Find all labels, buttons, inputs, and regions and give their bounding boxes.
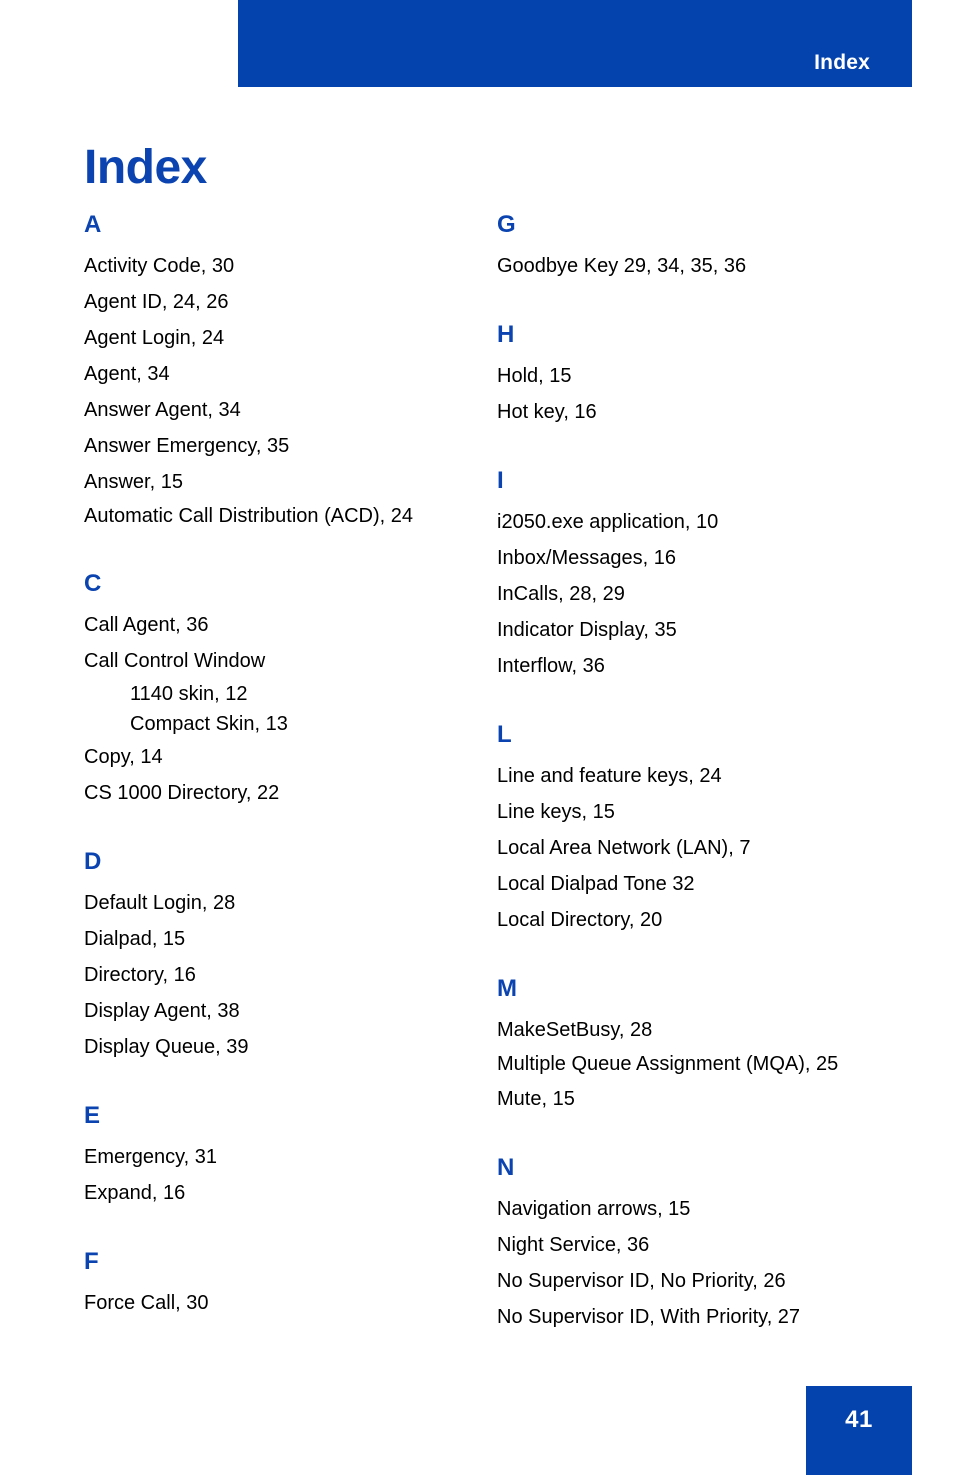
section-letter-f: F bbox=[84, 1248, 99, 1275]
index-entry: Call Agent, 36 bbox=[84, 614, 209, 636]
section-letter-d: D bbox=[84, 848, 102, 875]
index-entry: Dialpad, 15 bbox=[84, 928, 186, 950]
index-entry: Local Area Network (LAN), 7 bbox=[497, 837, 751, 859]
index-section-i: Ii2050.exe application, 10 Inbox/Messages… bbox=[497, 468, 871, 684]
index-entry: CS 1000 Directory, 22 bbox=[84, 782, 280, 804]
page-title: Index bbox=[84, 141, 207, 195]
index-entry: Local Directory, 20 bbox=[497, 909, 663, 931]
index-entry: Display Queue, 39 bbox=[84, 1036, 249, 1058]
index-section-n: N Navigation arrows, 15 Night Service, 36 N… bbox=[497, 1155, 871, 1335]
running-head-index: Index bbox=[814, 51, 870, 74]
index-section-m: M MakeSetBusy, 28 Multiple Queue Assignmen… bbox=[497, 976, 871, 1117]
index-entry: Mute, 15 bbox=[497, 1088, 575, 1110]
index-entry: InCalls, 28, 29 bbox=[497, 583, 625, 605]
index-entry: Interflow, 36 bbox=[497, 655, 605, 677]
index-section-h: H Hold, 15 Hot key, 16 bbox=[497, 322, 871, 430]
section-letter-m: M bbox=[497, 975, 517, 1002]
index-entry: Agent, 34 bbox=[84, 363, 170, 385]
index-subentry: Compact Skin, 13 bbox=[130, 713, 288, 735]
index-entry: i2050.exe application, 10 bbox=[497, 511, 719, 533]
index-entry: Answer Emergency, 35 bbox=[84, 435, 290, 457]
index-entry: Emergency, 31 bbox=[84, 1146, 218, 1168]
section-letter-a: A bbox=[84, 211, 102, 238]
index-entry: No Supervisor ID, With Priority, 27 bbox=[497, 1306, 801, 1328]
index-entry: Call Control Window bbox=[84, 650, 266, 672]
index-section-l: L Line and feature keys, 24 Line keys, 15 L… bbox=[497, 722, 871, 938]
index-entry: Local Dialpad Tone 32 bbox=[497, 873, 695, 895]
page-number-box: 41 bbox=[806, 1386, 912, 1475]
page-number: 41 bbox=[845, 1406, 873, 1433]
index-section-a: A Activity Code, 30 Agent ID, 24, 26 Agent … bbox=[84, 212, 458, 533]
index-column-right: G Goodbye Key 29, 34, 35, 36 H Hold, 15 Hot … bbox=[497, 212, 871, 1335]
index-entry: Line keys, 15 bbox=[497, 801, 615, 823]
index-entry: Answer, 15 bbox=[84, 471, 183, 493]
index-entry: No Supervisor ID, No Priority, 26 bbox=[497, 1270, 786, 1292]
index-entry: Display Agent, 38 bbox=[84, 1000, 240, 1022]
index-entry: Multiple Queue Assignment (MQA), 25 bbox=[497, 1053, 839, 1075]
page-header-bar: Index bbox=[238, 0, 912, 87]
index-section-c: C Call Agent, 36 Call Control Window 1140 s… bbox=[84, 571, 458, 811]
index-entry: Activity Code, 30 bbox=[84, 255, 235, 277]
section-letter-g: G bbox=[497, 211, 516, 238]
index-entry: Line and feature keys, 24 bbox=[497, 765, 722, 787]
section-letter-n: N bbox=[497, 1154, 515, 1181]
index-entry: Night Service, 36 bbox=[497, 1234, 650, 1256]
index-column-left: A Activity Code, 30 Agent ID, 24, 26 Agent … bbox=[84, 212, 458, 1321]
index-entry: Expand, 16 bbox=[84, 1182, 186, 1204]
index-entry: Automatic Call Distribution (ACD), 24 bbox=[84, 505, 413, 527]
index-section-g: G Goodbye Key 29, 34, 35, 36 bbox=[497, 212, 871, 284]
index-entry: Agent Login, 24 bbox=[84, 327, 225, 349]
index-entry: Force Call, 30 bbox=[84, 1292, 209, 1314]
index-entry: Hot key, 16 bbox=[497, 401, 597, 423]
index-section-d: D Default Login, 28 Dialpad, 15 Directory, … bbox=[84, 849, 458, 1065]
section-letter-i: I bbox=[497, 467, 504, 494]
index-entry: Navigation arrows, 15 bbox=[497, 1198, 691, 1220]
section-letter-h: H bbox=[497, 321, 515, 348]
index-entry: Directory, 16 bbox=[84, 964, 196, 986]
index-entry: Inbox/Messages, 16 bbox=[497, 547, 676, 569]
index-subentry: 1140 skin, 12 bbox=[130, 683, 248, 705]
index-section-e: E Emergency, 31 Expand, 16 bbox=[84, 1103, 458, 1211]
index-entry: Answer Agent, 34 bbox=[84, 399, 241, 421]
index-entry: Hold, 15 bbox=[497, 365, 572, 387]
index-entry: Agent ID, 24, 26 bbox=[84, 291, 229, 313]
section-letter-e: E bbox=[84, 1102, 101, 1129]
index-section-f: F Force Call, 30 bbox=[84, 1249, 458, 1321]
index-entry: Default Login, 28 bbox=[84, 892, 236, 914]
index-entry: Indicator Display, 35 bbox=[497, 619, 677, 641]
index-entry: Copy, 14 bbox=[84, 746, 163, 768]
index-entry: MakeSetBusy, 28 bbox=[497, 1019, 653, 1041]
section-letter-c: C bbox=[84, 570, 102, 597]
index-entry: Goodbye Key 29, 34, 35, 36 bbox=[497, 255, 747, 277]
section-letter-l: L bbox=[497, 721, 512, 748]
